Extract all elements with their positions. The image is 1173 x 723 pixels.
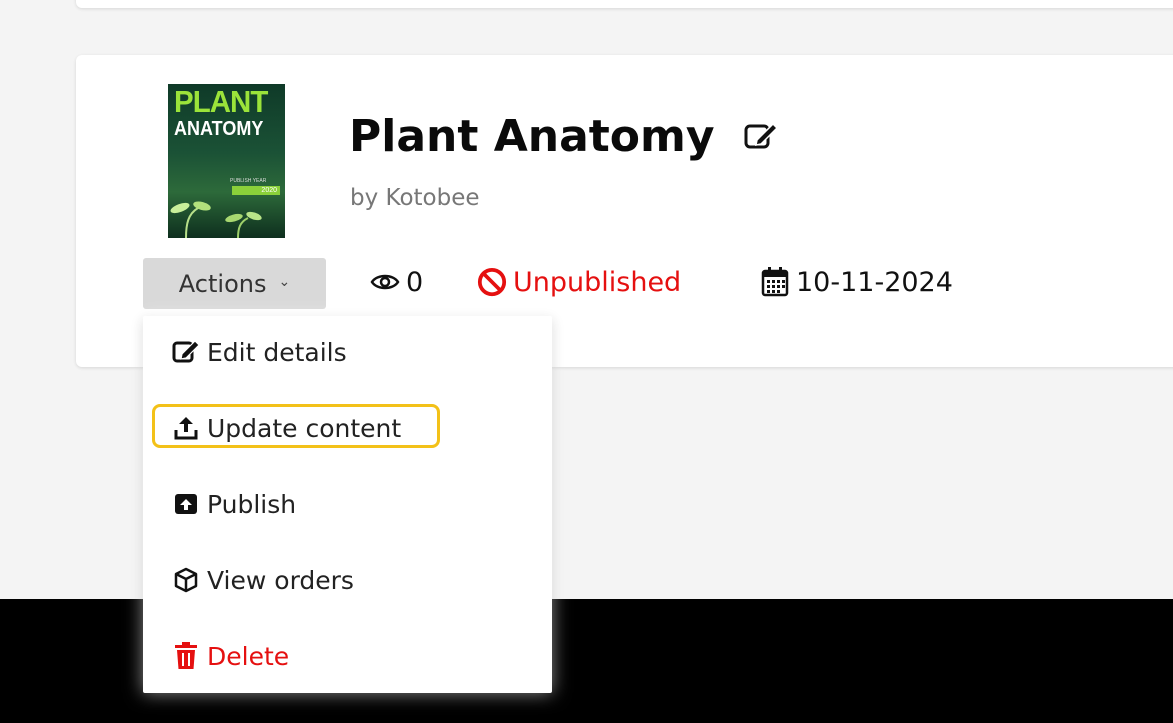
publish-icon — [171, 489, 201, 519]
cover-publish-label: PUBLISH YEAR — [230, 178, 267, 184]
actions-dropdown-button[interactable]: Actions ⌄ — [143, 258, 326, 309]
edit-icon — [171, 337, 201, 367]
book-cover-image[interactable]: PLANT ANATOMY PUBLISH YEAR 2020 — [168, 84, 285, 238]
chevron-down-icon: ⌄ — [278, 273, 291, 290]
status-badge: Unpublished — [477, 262, 681, 302]
cover-title-line2: ANATOMY — [174, 118, 264, 140]
book-title: Plant Anatomy — [349, 111, 715, 162]
menu-item-update-content[interactable]: Update content — [151, 404, 441, 448]
views-value: 0 — [406, 266, 424, 298]
cover-title-line1: PLANT — [174, 84, 268, 119]
actions-dropdown-menu: Edit details Update content Publish View — [143, 316, 552, 693]
menu-item-label: Edit details — [207, 337, 347, 367]
date-value: 10-11-2024 — [796, 266, 953, 298]
menu-item-label: View orders — [207, 565, 354, 595]
eye-icon — [370, 267, 400, 297]
views-count: 0 — [370, 262, 423, 302]
status-text: Unpublished — [513, 266, 682, 298]
actions-label: Actions — [178, 269, 267, 298]
ban-icon — [477, 267, 507, 297]
menu-item-label: Publish — [207, 489, 297, 519]
sprout-illustration — [170, 201, 262, 238]
menu-item-view-orders[interactable]: View orders — [171, 560, 354, 600]
menu-item-edit-details[interactable]: Edit details — [171, 332, 347, 372]
menu-item-delete[interactable]: Delete — [171, 636, 289, 676]
edit-title-icon[interactable] — [743, 121, 779, 151]
upload-icon — [171, 413, 201, 443]
calendar-icon — [760, 267, 790, 297]
previous-book-card — [76, 0, 1173, 8]
box-icon — [171, 565, 201, 595]
menu-item-label: Delete — [207, 641, 290, 671]
menu-item-label: Update content — [207, 413, 402, 443]
book-author: by Kotobee — [350, 185, 480, 211]
publish-date: 10-11-2024 — [760, 262, 953, 302]
trash-icon — [171, 641, 201, 671]
menu-item-publish[interactable]: Publish — [171, 484, 296, 524]
